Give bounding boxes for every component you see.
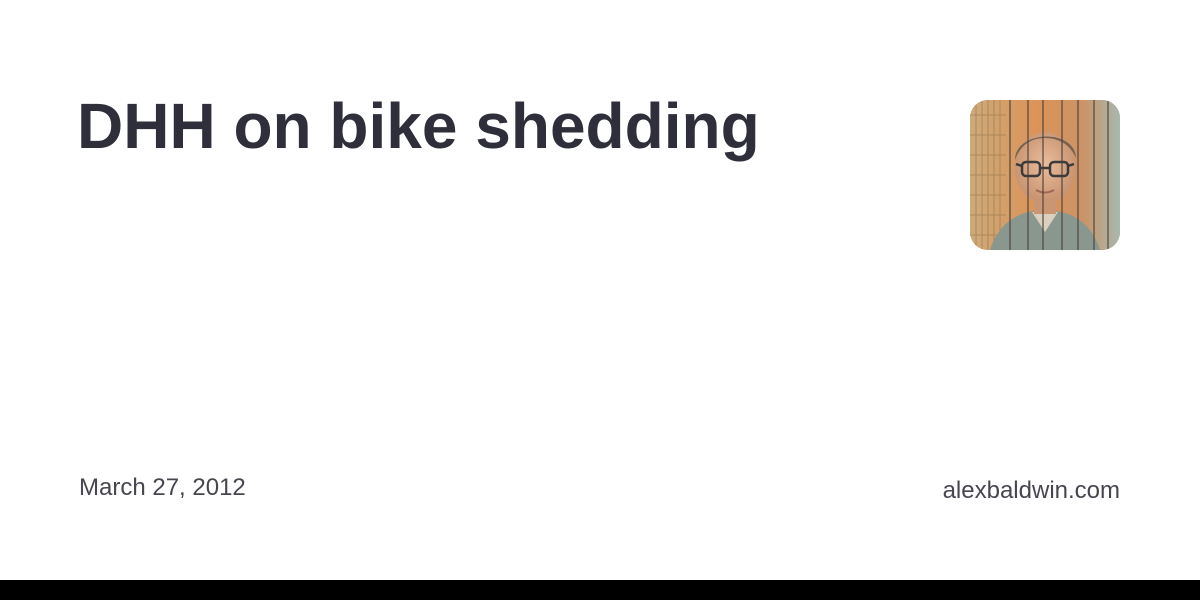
author-avatar	[970, 100, 1120, 250]
post-title: DHH on bike shedding	[77, 90, 760, 162]
post-date: March 27, 2012	[79, 474, 246, 501]
portrait-icon	[970, 100, 1120, 250]
site-domain: alexbaldwin.com	[942, 477, 1120, 504]
bottom-bar	[0, 580, 1200, 600]
social-card: DHH on bike shedding March 27, 2012 alex…	[0, 0, 1200, 580]
